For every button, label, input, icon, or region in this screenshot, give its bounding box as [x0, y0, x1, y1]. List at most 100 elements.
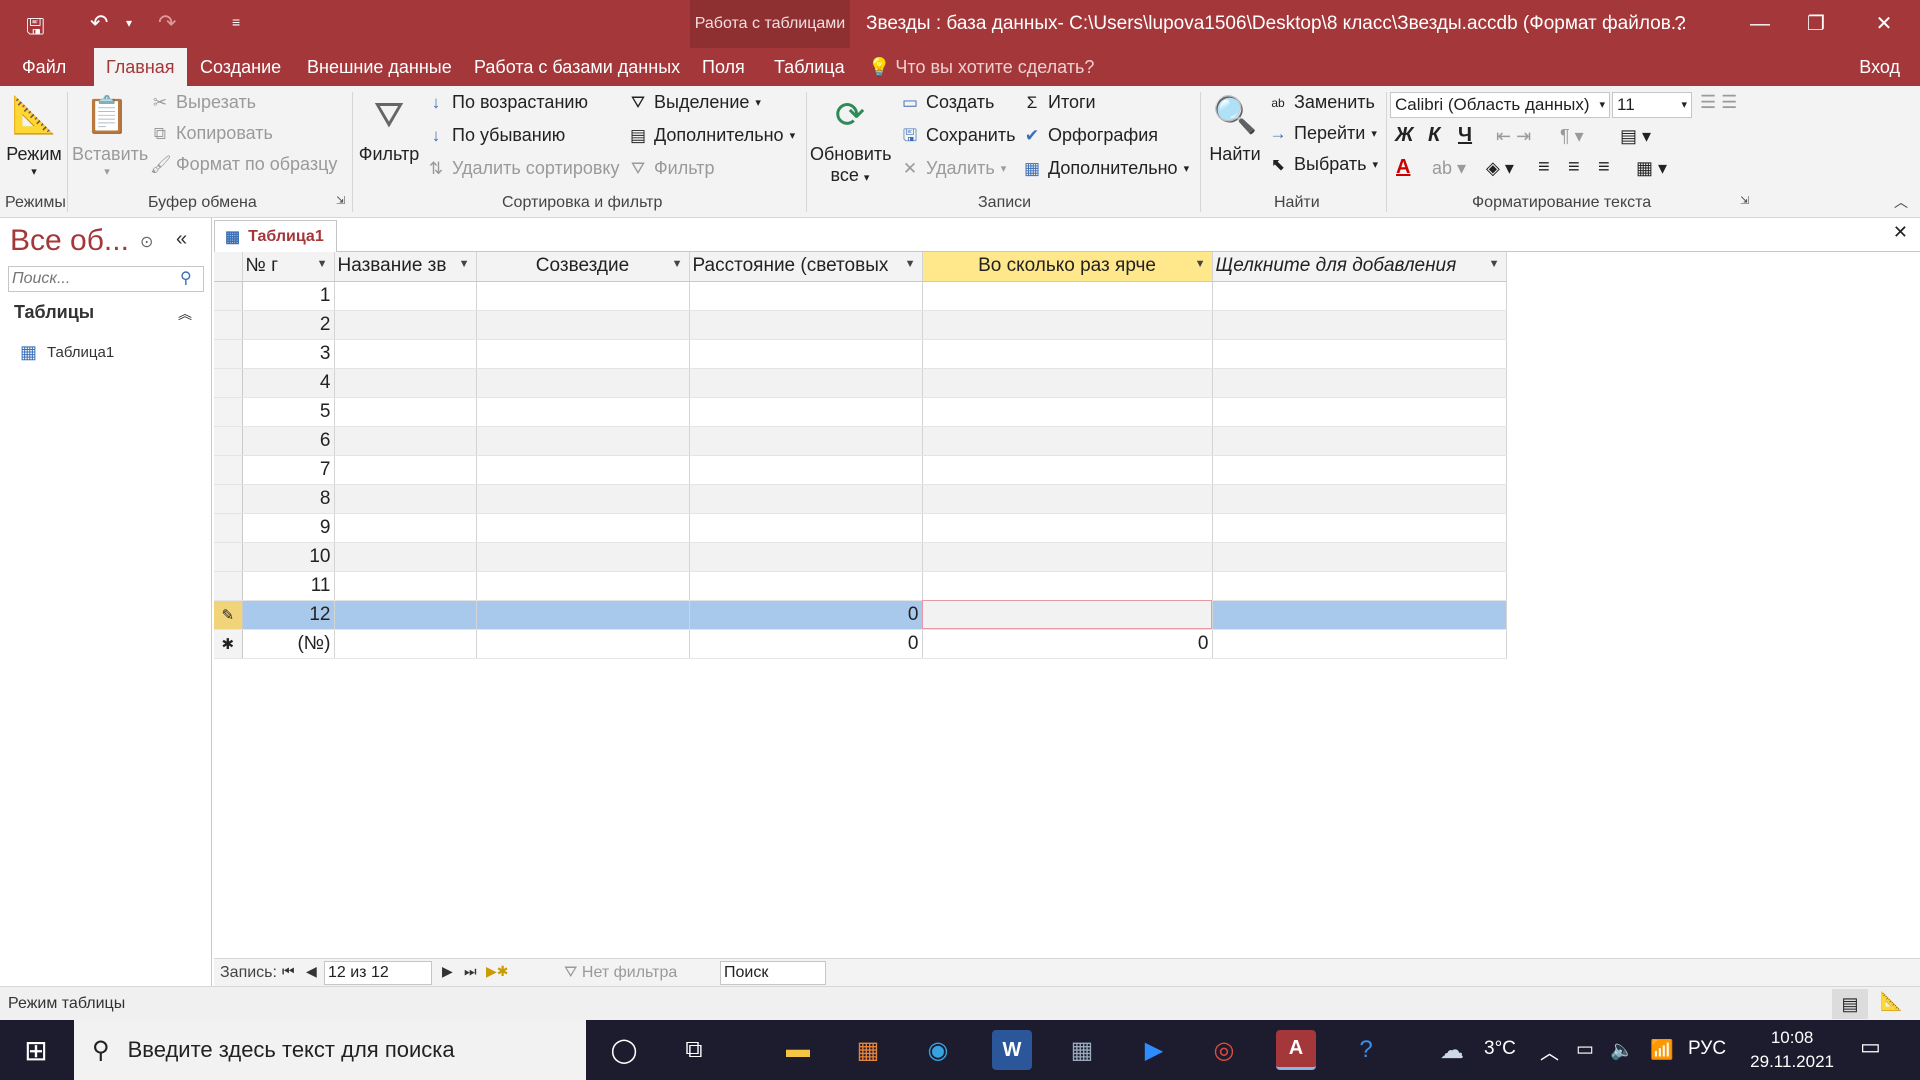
table-cell[interactable]	[334, 455, 477, 485]
word-icon[interactable]: W	[992, 1030, 1032, 1070]
table-row[interactable]: 1	[214, 281, 1507, 311]
table-cell[interactable]: 3	[242, 339, 335, 369]
prev-record-icon[interactable]: ◀	[306, 963, 317, 980]
tab-external-data[interactable]: Внешние данные	[295, 48, 464, 86]
customize-quick-access-icon[interactable]: ≡	[232, 14, 240, 30]
table-cell[interactable]	[476, 455, 690, 485]
table-cell[interactable]	[1212, 339, 1507, 369]
totals-button[interactable]: Σ Итоги	[1022, 92, 1096, 113]
column-header-brightness[interactable]: Во сколько раз ярче ▼	[922, 252, 1213, 282]
restore-icon[interactable]: ❐	[1786, 0, 1846, 48]
table-cell[interactable]: 9	[242, 513, 335, 543]
no-filter-indicator[interactable]: ⛛ Нет фильтра	[564, 964, 677, 982]
collapse-group-icon[interactable]: ︽	[178, 304, 192, 324]
table-row[interactable]: ✎ 12 0	[214, 600, 1507, 630]
table-cell[interactable]	[476, 629, 690, 659]
table-cell[interactable]	[1212, 455, 1507, 485]
undo-icon[interactable]: ↶	[90, 10, 108, 36]
row-selector[interactable]	[214, 513, 243, 543]
table-cell[interactable]: 10	[242, 542, 335, 572]
table-cell[interactable]: 4	[242, 368, 335, 398]
table-cell[interactable]	[1212, 368, 1507, 398]
table-cell[interactable]	[334, 426, 477, 456]
view-mode-button[interactable]: 📐 Режим ▾	[4, 92, 64, 178]
table-cell[interactable]	[476, 484, 690, 514]
table-cell[interactable]	[922, 310, 1213, 340]
language-indicator[interactable]: РУС	[1688, 1038, 1726, 1060]
collapse-nav-icon[interactable]: «	[176, 228, 187, 251]
bold-button[interactable]: Ж	[1395, 124, 1414, 147]
design-view-icon[interactable]: 📐	[1880, 991, 1902, 1012]
table-cell[interactable]: 7	[242, 455, 335, 485]
table-cell[interactable]	[922, 484, 1213, 514]
table-cell[interactable]	[334, 484, 477, 514]
column-header-star-name[interactable]: Название зв ▼	[334, 252, 477, 282]
goto-button[interactable]: → Перейти ▾	[1268, 123, 1377, 144]
table-cell[interactable]: 0	[922, 629, 1213, 659]
table-cell[interactable]	[476, 542, 690, 572]
zoom-icon[interactable]: ▶	[1134, 1030, 1174, 1070]
table-row[interactable]: ✱ (№) 0 0	[214, 629, 1507, 659]
align-right-icon[interactable]: ≡	[1598, 156, 1610, 179]
table-cell[interactable]	[1212, 571, 1507, 601]
close-icon[interactable]: ✕	[1854, 0, 1914, 48]
column-header-number[interactable]: № г ▼	[242, 252, 335, 282]
tab-create[interactable]: Создание	[188, 48, 293, 86]
nav-pane-title[interactable]: Все об...	[10, 224, 129, 258]
table-cell[interactable]	[476, 513, 690, 543]
table-cell[interactable]	[334, 600, 477, 630]
network-icon[interactable]: 📶	[1650, 1038, 1674, 1062]
table-cell[interactable]	[689, 310, 923, 340]
clock[interactable]: 10:08 29.11.2021	[1750, 1026, 1834, 1074]
cortana-icon[interactable]: ◯	[604, 1030, 644, 1070]
table-row[interactable]: 2	[214, 310, 1507, 340]
new-record-button[interactable]: ▭ Создать	[900, 92, 994, 113]
table-cell[interactable]	[334, 339, 477, 369]
record-position-input[interactable]: 12 из 12	[324, 961, 432, 985]
table-cell[interactable]	[689, 542, 923, 572]
store-icon[interactable]: ▦	[848, 1030, 888, 1070]
table-cell[interactable]	[922, 339, 1213, 369]
row-selector[interactable]	[214, 455, 243, 485]
table-cell[interactable]	[334, 629, 477, 659]
replace-button[interactable]: ab Заменить	[1268, 92, 1375, 113]
table-cell[interactable]	[689, 455, 923, 485]
windows-start-icon[interactable]: ⊞	[16, 1030, 56, 1070]
nav-search-input[interactable]	[8, 266, 204, 292]
datasheet-view-icon[interactable]: ▤	[1832, 989, 1868, 1019]
row-selector[interactable]	[214, 542, 243, 572]
table-cell[interactable]	[1212, 629, 1507, 659]
table-cell[interactable]	[922, 281, 1213, 311]
edge-icon[interactable]: ◉	[918, 1030, 958, 1070]
table-cell[interactable]: 5	[242, 397, 335, 427]
help-button[interactable]: ?	[1650, 0, 1710, 48]
table-row[interactable]: 3	[214, 339, 1507, 369]
selection-button[interactable]: ⛛ Выделение ▾	[628, 92, 761, 113]
taskbar-search[interactable]: ⚲ Введите здесь текст для поиска	[74, 1020, 586, 1080]
table-cell[interactable]	[689, 368, 923, 398]
refresh-all-button[interactable]: ⟳ Обновить все ▾	[810, 92, 892, 186]
chrome-icon[interactable]: ◎	[1204, 1030, 1244, 1070]
filter-button[interactable]: ⛛ Фильтр	[356, 92, 422, 165]
table-cell[interactable]	[922, 368, 1213, 398]
chevron-down-icon[interactable]: ▼	[672, 258, 683, 270]
table-row[interactable]: 6	[214, 426, 1507, 456]
search-icon[interactable]: ⚲	[180, 268, 192, 288]
table-cell[interactable]	[476, 571, 690, 601]
select-button[interactable]: ⬉ Выбрать ▾	[1268, 154, 1378, 175]
table-cell[interactable]	[1212, 542, 1507, 572]
table-cell[interactable]	[922, 513, 1213, 543]
align-left-icon[interactable]: ≡	[1538, 156, 1550, 179]
table-cell[interactable]	[922, 426, 1213, 456]
table-row[interactable]: 10	[214, 542, 1507, 572]
table-cell[interactable]	[689, 571, 923, 601]
table-cell[interactable]: (№)	[242, 629, 335, 659]
font-color-button[interactable]: A	[1396, 156, 1410, 179]
minimize-icon[interactable]: —	[1730, 0, 1790, 48]
table-cell[interactable]	[334, 281, 477, 311]
table-cell[interactable]: 12	[242, 600, 335, 630]
table-cell[interactable]	[689, 484, 923, 514]
table-cell[interactable]	[689, 513, 923, 543]
table-cell[interactable]: 8	[242, 484, 335, 514]
sign-in-link[interactable]: Вход	[1859, 48, 1900, 86]
